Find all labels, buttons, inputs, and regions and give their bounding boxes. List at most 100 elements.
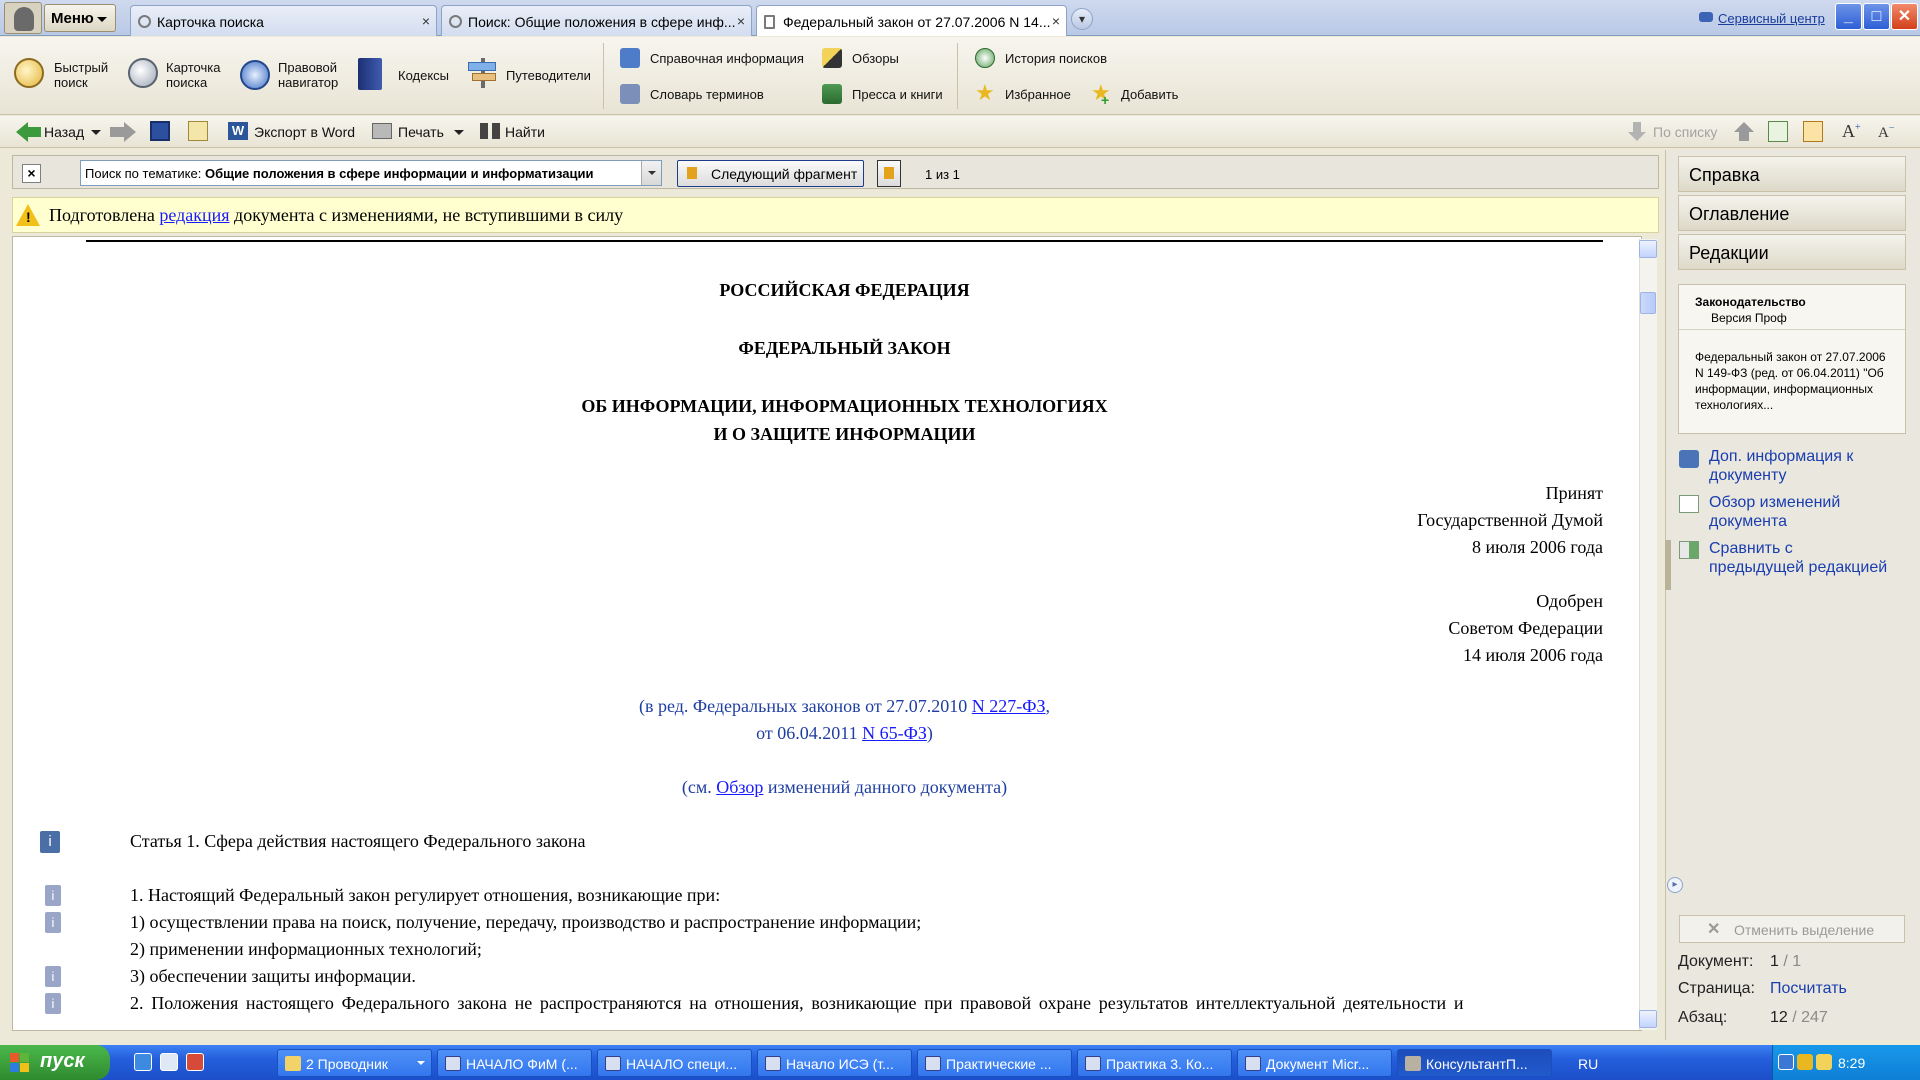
compare-previous-link[interactable]: Сравнить с предыдущей редакцией — [1709, 539, 1887, 577]
task-label: 2 Проводник — [306, 1056, 388, 1072]
review-text: (см. — [681, 777, 717, 797]
count-pages-link[interactable]: Посчитать — [1770, 980, 1847, 998]
tab-help[interactable]: Справка — [1678, 156, 1906, 192]
back-arrow-icon[interactable] — [16, 122, 42, 142]
stat-label: Абзац: — [1678, 1009, 1728, 1026]
tab-search-card[interactable]: Карточка поиска × — [130, 5, 437, 36]
taskbar-item-word-5[interactable]: Практика 3. Ко... — [1077, 1049, 1232, 1077]
taskbar-item-word-1[interactable]: НАЧАЛО ФиМ (... — [437, 1049, 592, 1077]
scroll-down-icon[interactable] — [1639, 1010, 1657, 1028]
scroll-up-icon[interactable] — [1639, 240, 1657, 258]
print-dropdown-icon[interactable] — [454, 130, 464, 140]
edition-link[interactable]: редакция — [159, 205, 229, 225]
approved-line: 14 июля 2006 года — [1463, 645, 1603, 665]
paragraph: 2) применении информационных технологий; — [130, 939, 482, 959]
close-search-bar-button[interactable]: × — [22, 164, 41, 183]
language-indicator[interactable]: RU — [1578, 1056, 1598, 1072]
up-arrow-icon[interactable] — [1734, 122, 1754, 142]
review-changes-link[interactable]: Обзор изменений документа — [1709, 493, 1840, 531]
maximize-button[interactable]: □ — [1863, 3, 1890, 30]
amendment-link-65[interactable]: N 65-ФЗ — [862, 723, 927, 743]
binoculars-icon — [480, 123, 500, 139]
previous-fragment-button[interactable] — [877, 160, 901, 187]
ie-icon[interactable] — [134, 1053, 152, 1071]
stat-total: / 1 — [1778, 953, 1802, 970]
add-bookmark-icon[interactable] — [1768, 121, 1788, 142]
taskbar-item-word-2[interactable]: НАЧАЛО специ... — [597, 1049, 752, 1077]
close-icon[interactable]: × — [1052, 13, 1060, 29]
search-topic-combo[interactable]: Поиск по тематике: Общие положения в сфе… — [80, 160, 662, 186]
save-icon[interactable] — [150, 121, 170, 141]
taskbar-item-explorer[interactable]: 2 Проводник — [277, 1049, 432, 1077]
stat-value: 12 — [1770, 1009, 1788, 1026]
amendment-text: , — [1045, 696, 1051, 716]
search-icon — [138, 15, 151, 28]
star-icon: ★ — [975, 80, 995, 105]
taskbar-item-consultant[interactable]: КонсультантП... — [1397, 1049, 1552, 1077]
tab-document[interactable]: Федеральный закон от 27.07.2006 N 14... … — [756, 5, 1067, 36]
info-icon[interactable]: i — [40, 831, 60, 853]
word-icon — [1245, 1056, 1261, 1071]
info-icon[interactable]: i — [45, 885, 61, 906]
review-link[interactable]: Обзор — [716, 777, 763, 797]
close-window-button[interactable]: ✕ — [1891, 3, 1918, 30]
task-label: Практика 3. Ко... — [1106, 1056, 1214, 1072]
tray-network-icon[interactable] — [1797, 1054, 1813, 1070]
scroll-thumb[interactable] — [1640, 292, 1656, 314]
close-icon[interactable]: × — [737, 13, 745, 29]
info-icon[interactable]: i — [45, 912, 61, 933]
button-label: Словарь терминов — [650, 87, 764, 102]
vertical-scrollbar[interactable] — [1639, 239, 1657, 1030]
task-label: НАЧАЛО ФиМ (... — [466, 1056, 578, 1072]
font-decrease-icon[interactable]: A− — [1878, 123, 1894, 142]
forward-arrow-icon[interactable] — [110, 122, 136, 142]
tab-editions[interactable]: Редакции — [1678, 234, 1906, 270]
by-list-button[interactable]: По списку — [1653, 124, 1717, 140]
close-icon: ✕ — [1707, 921, 1721, 938]
paragraph: 1) осуществлении права на поиск, получен… — [130, 912, 922, 932]
tab-search-results[interactable]: Поиск: Общие положения в сфере инф... × — [441, 5, 752, 36]
box-divider — [1679, 329, 1905, 330]
amendment-line1: (в ред. Федеральных законов от 27.07.201… — [86, 696, 1603, 717]
desktop-icon[interactable] — [160, 1053, 178, 1071]
tab-list-button[interactable]: ▾ — [1071, 8, 1093, 30]
link-text: документа — [1709, 513, 1788, 530]
next-fragment-button[interactable]: Следующий фрагмент — [677, 160, 864, 187]
minimize-button[interactable]: _ — [1835, 3, 1862, 30]
word-icon — [605, 1056, 621, 1071]
taskbar-item-word-4[interactable]: Практические ... — [917, 1049, 1072, 1077]
chevron-down-icon[interactable] — [641, 161, 661, 185]
tray-app-icon[interactable] — [1778, 1054, 1794, 1070]
print-button[interactable]: Печать — [398, 124, 444, 140]
remove-bookmark-icon[interactable] — [1803, 121, 1823, 142]
taskbar-item-word-3[interactable]: Начало ИСЭ (т... — [757, 1049, 912, 1077]
service-center-link[interactable]: Сервисный центр — [1718, 11, 1825, 26]
button-label: Справочная информация — [650, 51, 804, 66]
back-button[interactable]: Назад — [44, 124, 84, 140]
panel-splitter[interactable] — [1665, 540, 1671, 590]
close-icon[interactable]: × — [422, 13, 430, 29]
tray-warning-icon[interactable] — [1816, 1054, 1832, 1070]
info-icon[interactable]: i — [45, 993, 61, 1014]
font-increase-icon[interactable]: A+ — [1842, 121, 1861, 142]
app-logo-icon[interactable] — [4, 2, 42, 34]
info-icon[interactable]: i — [45, 966, 61, 987]
additional-info-link[interactable]: Доп. информация к документу — [1709, 447, 1853, 485]
magnifier-icon — [14, 58, 44, 88]
tab-contents[interactable]: Оглавление — [1678, 195, 1906, 231]
collapse-panel-icon[interactable]: ▸ — [1667, 877, 1683, 893]
find-button[interactable]: Найти — [505, 124, 545, 140]
search-prefix: Поиск по тематике: — [85, 166, 205, 181]
taskbar-item-word-6[interactable]: Документ Micr... — [1237, 1049, 1392, 1077]
stat-value: 1 — [1770, 953, 1779, 970]
edition-notice: Подготовлена редакция документа с измене… — [12, 197, 1659, 233]
export-word-button[interactable]: Экспорт в Word — [254, 124, 355, 140]
chevron-down-icon — [417, 1061, 425, 1069]
amendment-link-227[interactable]: N 227-ФЗ — [972, 696, 1046, 716]
menu-button[interactable]: Меню — [44, 4, 116, 32]
folder-icon[interactable] — [188, 121, 208, 141]
box-title: Законодательство — [1695, 295, 1806, 309]
back-dropdown-icon[interactable] — [91, 130, 101, 140]
word-icon — [765, 1056, 781, 1071]
app-quicklaunch-icon[interactable] — [186, 1053, 204, 1071]
